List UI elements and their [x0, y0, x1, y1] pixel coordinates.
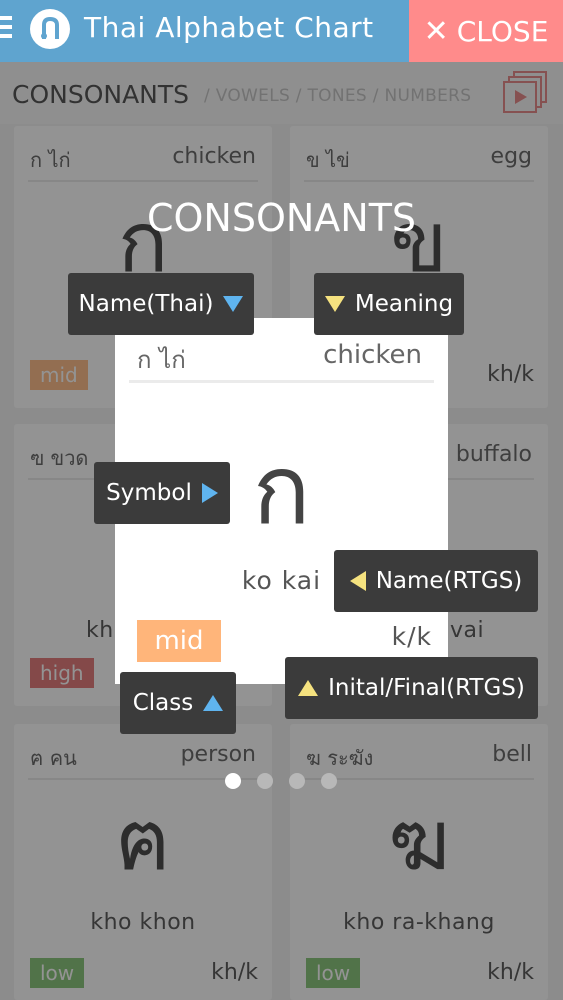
triangle-down-icon: [223, 296, 244, 312]
sample-thai-name: ก ไก่: [137, 346, 186, 374]
close-icon: ✕: [423, 13, 449, 49]
page-dot[interactable]: [225, 773, 241, 789]
tooltip-label: Symbol: [106, 480, 192, 506]
tooltip-label: Name(RTGS): [375, 568, 523, 594]
app-logo-icon: [30, 9, 70, 49]
close-button[interactable]: ✕ CLOSE: [409, 0, 563, 62]
tooltip-initial-final: Inital/Final(RTGS): [285, 657, 538, 719]
tooltip-label: Inital/Final(RTGS): [328, 675, 525, 701]
page-indicator: [225, 773, 337, 789]
sample-class-badge: mid: [137, 620, 221, 662]
triangle-right-icon: [201, 483, 218, 503]
tooltip-class: Class: [120, 672, 236, 734]
sample-initial-final: k/k: [391, 622, 432, 651]
menu-icon[interactable]: [0, 16, 12, 40]
app-title: Thai Alphabet Chart: [84, 11, 374, 44]
triangle-left-icon: [349, 571, 366, 591]
tooltip-name-thai: Name(Thai): [68, 273, 254, 335]
triangle-up-icon: [203, 695, 224, 711]
tooltip-label: Meaning: [354, 291, 454, 317]
page-dot[interactable]: [257, 773, 273, 789]
tooltip-label: Class: [132, 690, 194, 716]
tooltip-label: Name(Thai): [78, 291, 214, 317]
sample-divider: [129, 380, 434, 383]
sample-meaning: chicken: [323, 340, 422, 370]
tooltip-name-rtgs: Name(RTGS): [334, 550, 538, 612]
page-dot[interactable]: [289, 773, 305, 789]
triangle-up-icon: [298, 680, 319, 696]
tooltip-meaning: Meaning: [314, 273, 464, 335]
page-dot[interactable]: [321, 773, 337, 789]
tutorial-title: CONSONANTS: [146, 196, 417, 240]
triangle-down-icon: [324, 296, 345, 312]
tooltip-symbol: Symbol: [94, 462, 230, 524]
close-label: CLOSE: [456, 14, 549, 48]
